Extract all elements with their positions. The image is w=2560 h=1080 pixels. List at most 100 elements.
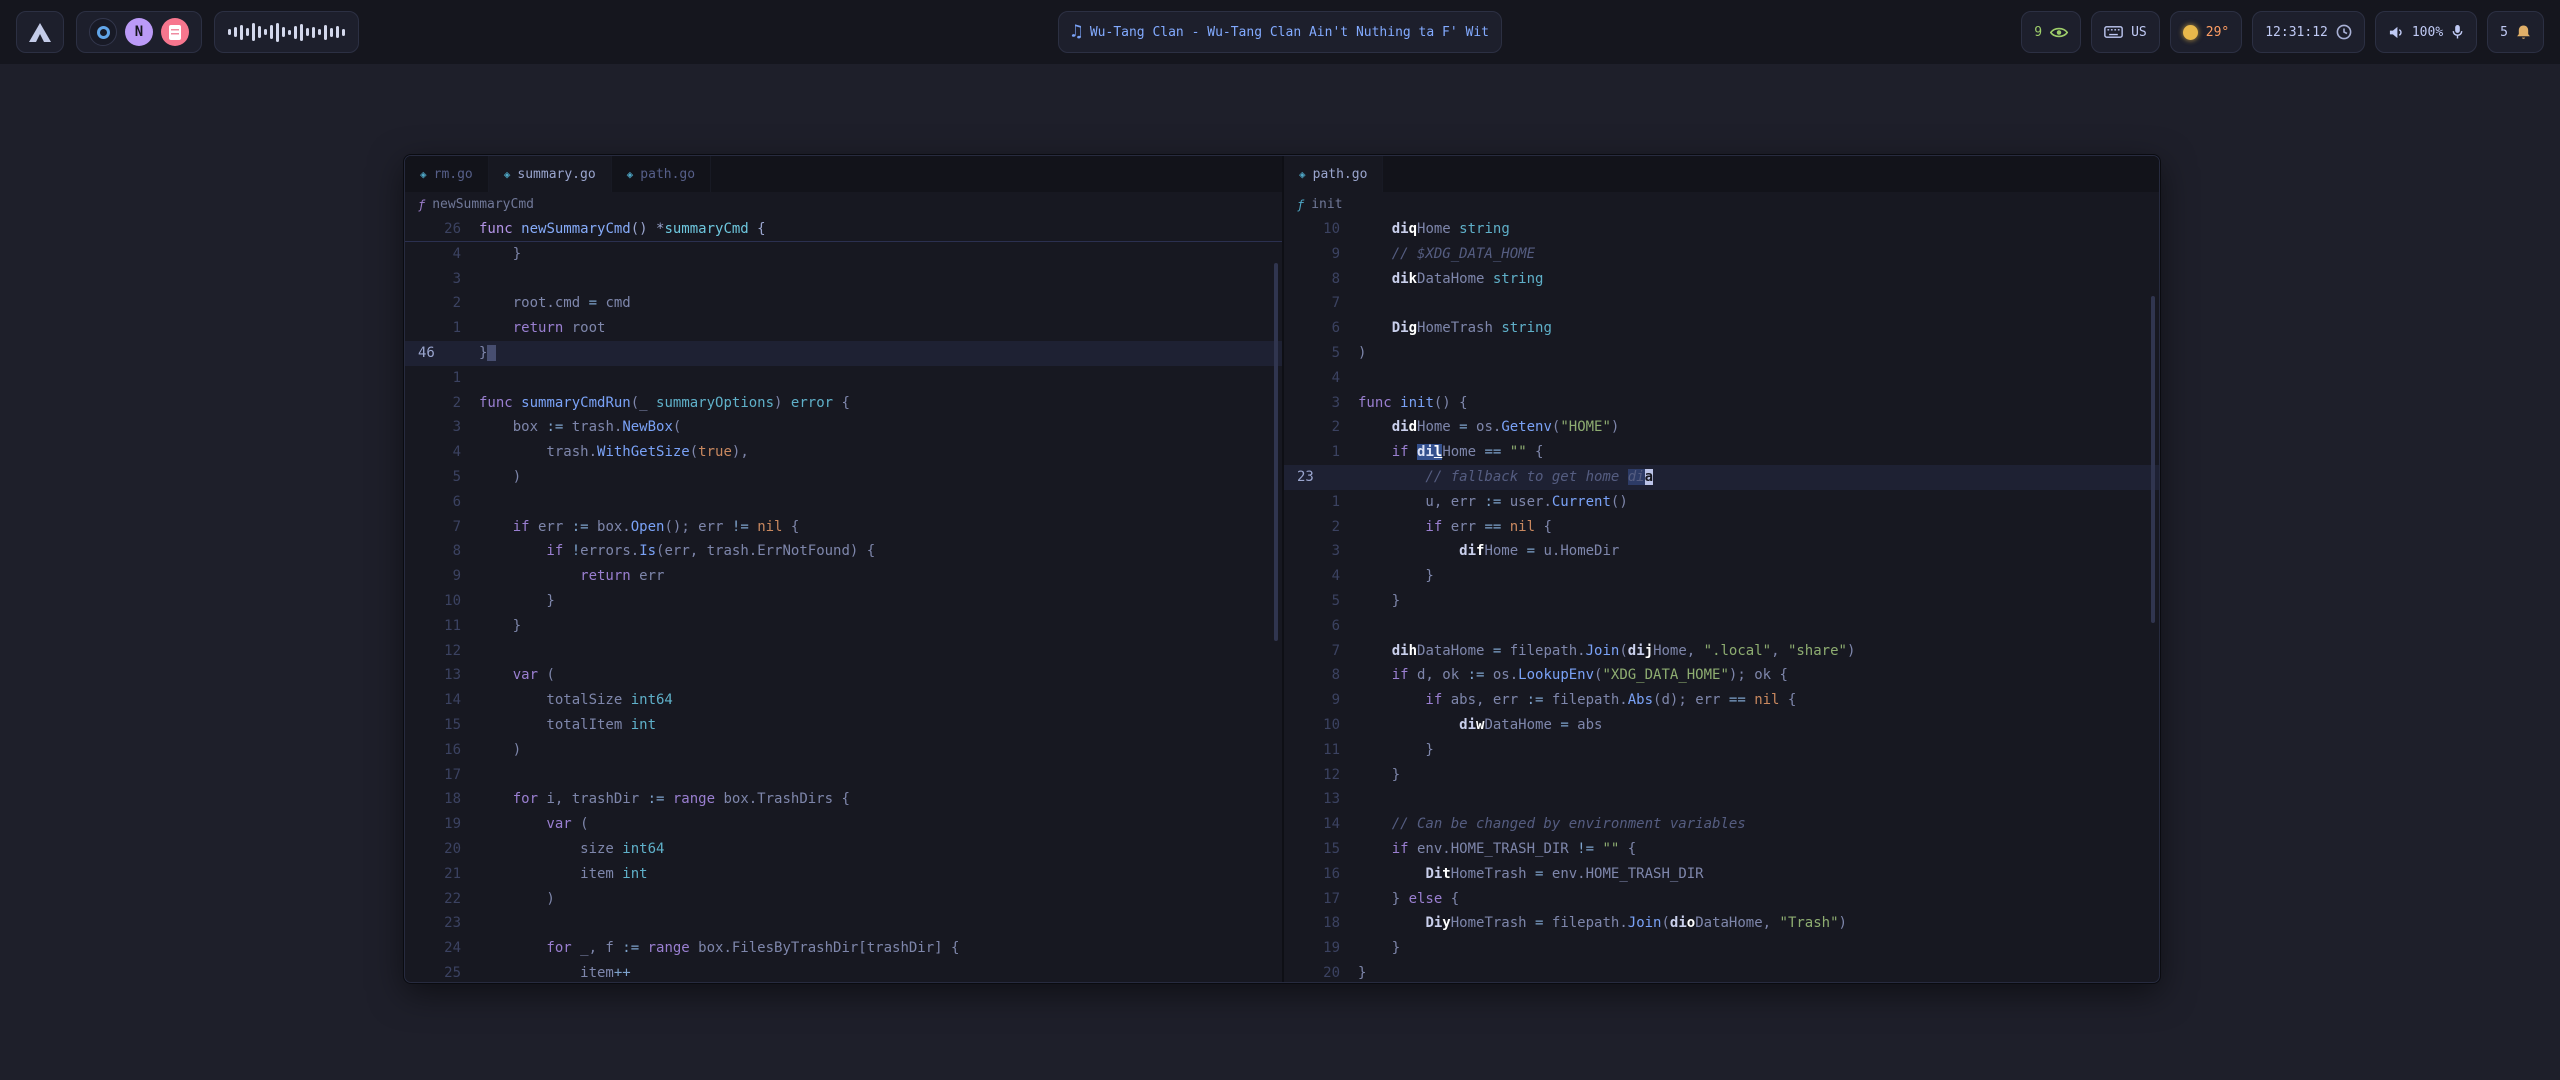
- code-line[interactable]: 6 DigHomeTrash string: [1284, 316, 2159, 341]
- code-line[interactable]: 5 ): [405, 465, 1282, 490]
- code-line[interactable]: 4: [1284, 366, 2159, 391]
- clock-widget[interactable]: 12:31:12: [2252, 11, 2365, 53]
- token: :=: [648, 791, 665, 807]
- keyboard-layout-widget[interactable]: US: [2091, 11, 2160, 53]
- code-line[interactable]: 6: [1284, 614, 2159, 639]
- code-line[interactable]: 23 // fallback to get home dia: [1284, 465, 2159, 490]
- workspace-editor[interactable]: N: [125, 18, 153, 46]
- code-line[interactable]: 16 DitHomeTrash = env.HOME_TRASH_DIR: [1284, 862, 2159, 887]
- token: ); ok {: [1729, 667, 1788, 683]
- code-line[interactable]: 12: [405, 639, 1282, 664]
- code-line[interactable]: 15 if env.HOME_TRASH_DIR != "" {: [1284, 837, 2159, 862]
- code-line[interactable]: 13 var (: [405, 663, 1282, 688]
- tab-summary-go[interactable]: ◈ summary.go: [489, 156, 612, 192]
- launcher-button[interactable]: [16, 11, 64, 53]
- token: d, ok: [1409, 667, 1468, 683]
- code-line[interactable]: 3 box := trash.NewBox(: [405, 415, 1282, 440]
- code-line[interactable]: 4 }: [405, 242, 1282, 267]
- code-line[interactable]: 12 }: [1284, 763, 2159, 788]
- code-line[interactable]: 5): [1284, 341, 2159, 366]
- code-line[interactable]: 13: [1284, 787, 2159, 812]
- code-line[interactable]: 21 item int: [405, 862, 1282, 887]
- now-playing-widget[interactable]: ♫ Wu-Tang Clan - Wu-Tang Clan Ain't Nuth…: [1058, 11, 1502, 53]
- viz-bar: [276, 23, 279, 42]
- code-line[interactable]: 10 diwDataHome = abs: [1284, 713, 2159, 738]
- code-line[interactable]: 16 ): [405, 738, 1282, 763]
- code-text: if abs, err := filepath.Abs(d); err == n…: [1340, 688, 1796, 713]
- tab-rm-go[interactable]: ◈ rm.go: [405, 156, 489, 192]
- code-line[interactable]: 1 return root: [405, 316, 1282, 341]
- code-line[interactable]: 3: [405, 267, 1282, 292]
- workspace-files[interactable]: [161, 18, 189, 46]
- code-line[interactable]: 7 dihDataHome = filepath.Join(dijHome, "…: [1284, 639, 2159, 664]
- code-line[interactable]: 2 didHome = os.Getenv("HOME"): [1284, 415, 2159, 440]
- song-title: Wu-Tang Clan - Wu-Tang Clan Ain't Nuthin…: [1090, 25, 1489, 40]
- code-line[interactable]: 8 dikDataHome string: [1284, 267, 2159, 292]
- token: u, err: [1358, 494, 1484, 510]
- line-number: 17: [405, 763, 461, 788]
- code-text: if env.HOME_TRASH_DIR != "" {: [1340, 837, 1636, 862]
- code-line[interactable]: 2func summaryCmdRun(_ summaryOptions) er…: [405, 391, 1282, 416]
- token: nil: [757, 519, 782, 535]
- code-line[interactable]: 3 difHome = u.HomeDir: [1284, 539, 2159, 564]
- code-line[interactable]: 4 }: [1284, 564, 2159, 589]
- code-line[interactable]: 18 for i, trashDir := range box.TrashDir…: [405, 787, 1282, 812]
- code-line[interactable]: 46}: [405, 341, 1282, 366]
- code-line[interactable]: 14 totalSize int64: [405, 688, 1282, 713]
- code-line[interactable]: 15 totalItem int: [405, 713, 1282, 738]
- tab-path-go[interactable]: ◈ path.go: [612, 156, 711, 192]
- token: WithGetSize: [597, 444, 690, 460]
- recording-indicator[interactable]: 9: [2021, 11, 2081, 53]
- code-line[interactable]: 22 ): [405, 887, 1282, 912]
- workspace-media[interactable]: [89, 18, 117, 46]
- line-number: 2: [1284, 415, 1340, 440]
- token: if: [1358, 667, 1409, 683]
- token: "Trash": [1780, 915, 1839, 931]
- code-editor-path-go[interactable]: 10 diqHome string9 // $XDG_DATA_HOME8 di…: [1284, 217, 2159, 982]
- token: // Can be changed by environment variabl…: [1358, 816, 1746, 832]
- volume-widget[interactable]: 100%: [2375, 11, 2477, 53]
- code-line[interactable]: 1 if dilHome == "" {: [1284, 440, 2159, 465]
- token: for: [479, 791, 538, 807]
- weather-widget[interactable]: 29°: [2170, 11, 2242, 53]
- code-line[interactable]: 10 }: [405, 589, 1282, 614]
- code-editor-summary-go[interactable]: 26func newSummaryCmd() *summaryCmd {4 }3…: [405, 217, 1282, 982]
- code-line[interactable]: 1 u, err := user.Current(): [1284, 490, 2159, 515]
- code-line[interactable]: 8 if d, ok := os.LookupEnv("XDG_DATA_HOM…: [1284, 663, 2159, 688]
- code-line[interactable]: 24 for _, f := range box.FilesByTrashDir…: [405, 936, 1282, 961]
- code-line[interactable]: 19 var (: [405, 812, 1282, 837]
- code-text: trash.WithGetSize(true),: [461, 440, 749, 465]
- code-line[interactable]: 25 item++: [405, 961, 1282, 982]
- code-line[interactable]: 10 diqHome string: [1284, 217, 2159, 242]
- code-line[interactable]: 20 size int64: [405, 837, 1282, 862]
- code-line[interactable]: 17 } else {: [1284, 887, 2159, 912]
- code-line[interactable]: 9 // $XDG_DATA_HOME: [1284, 242, 2159, 267]
- code-line[interactable]: 1: [405, 366, 1282, 391]
- notifications-widget[interactable]: 5: [2487, 11, 2544, 53]
- code-line[interactable]: 19 }: [1284, 936, 2159, 961]
- code-line[interactable]: 7: [1284, 291, 2159, 316]
- code-line[interactable]: 23: [405, 911, 1282, 936]
- code-line[interactable]: 17: [405, 763, 1282, 788]
- code-line[interactable]: 20}: [1284, 961, 2159, 982]
- token: }: [479, 618, 521, 634]
- code-line[interactable]: 7 if err := box.Open(); err != nil {: [405, 515, 1282, 540]
- scrollbar[interactable]: [2151, 296, 2155, 623]
- code-line[interactable]: 2 if err == nil {: [1284, 515, 2159, 540]
- tab-path-go[interactable]: ◈ path.go: [1284, 156, 1383, 192]
- code-line[interactable]: 6: [405, 490, 1282, 515]
- code-text: difHome = u.HomeDir: [1340, 539, 1619, 564]
- code-line[interactable]: 8 if !errors.Is(err, trash.ErrNotFound) …: [405, 539, 1282, 564]
- code-line[interactable]: 4 trash.WithGetSize(true),: [405, 440, 1282, 465]
- code-line[interactable]: 5 }: [1284, 589, 2159, 614]
- sticky-context-line[interactable]: 26func newSummaryCmd() *summaryCmd {: [405, 217, 1282, 242]
- code-line[interactable]: 14 // Can be changed by environment vari…: [1284, 812, 2159, 837]
- code-line[interactable]: 9 if abs, err := filepath.Abs(d); err ==…: [1284, 688, 2159, 713]
- scrollbar[interactable]: [1274, 263, 1278, 641]
- code-line[interactable]: 11 }: [1284, 738, 2159, 763]
- code-line[interactable]: 2 root.cmd = cmd: [405, 291, 1282, 316]
- code-line[interactable]: 11 }: [405, 614, 1282, 639]
- code-line[interactable]: 9 return err: [405, 564, 1282, 589]
- code-line[interactable]: 18 DiyHomeTrash = filepath.Join(dioDataH…: [1284, 911, 2159, 936]
- code-line[interactable]: 3func init() {: [1284, 391, 2159, 416]
